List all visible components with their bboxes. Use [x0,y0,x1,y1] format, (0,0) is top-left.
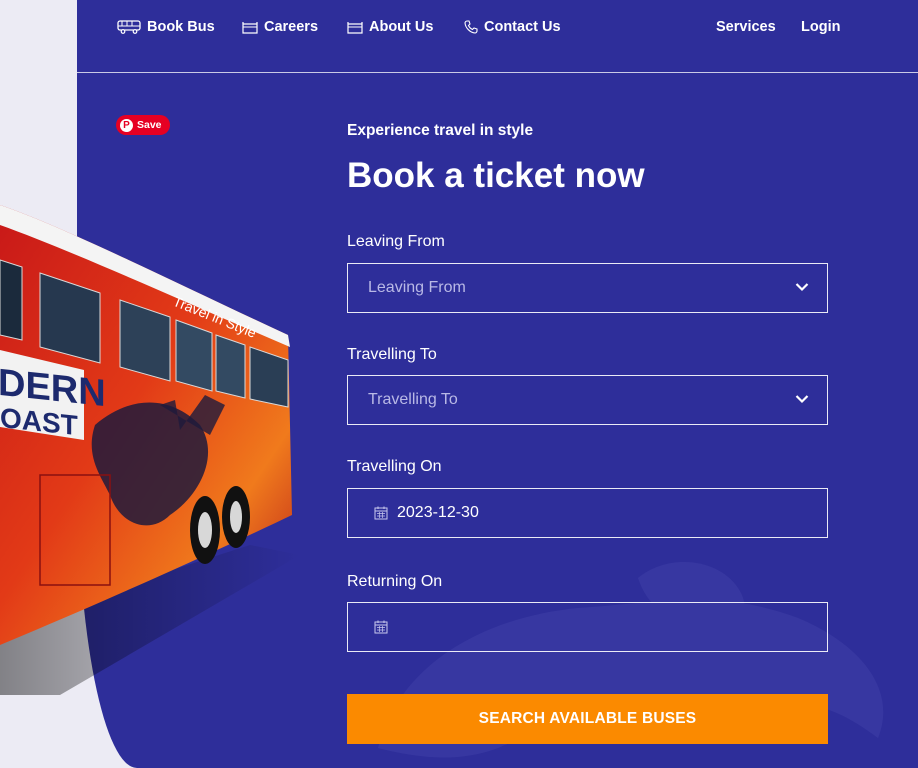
travelling-to-label: Travelling To [347,346,437,363]
returning-on-date-input[interactable] [347,602,828,652]
calendar-icon [374,506,388,520]
calendar-icon [374,620,388,634]
nav-login[interactable]: Login [801,17,840,37]
top-navbar: Book Bus Careers About Us Contact Us Ser… [77,0,918,73]
search-buses-button[interactable]: SEARCH AVAILABLE BUSES [347,694,828,744]
leaving-from-select[interactable]: Leaving From [347,263,828,313]
nav-careers[interactable]: Careers [242,17,318,37]
nav-contact-us[interactable]: Contact Us [464,17,561,37]
nav-services[interactable]: Services [716,17,776,37]
pinterest-save-button[interactable]: P Save [116,115,170,135]
nav-book-bus-label: Book Bus [147,19,215,35]
pinterest-icon: P [120,118,133,132]
nav-about-us-label: About Us [369,19,434,35]
nav-book-bus[interactable]: Book Bus [117,17,215,37]
bus-icon [117,20,141,34]
hero-subtitle: Experience travel in style [347,122,534,139]
leaving-from-placeholder: Leaving From [368,279,466,296]
leaving-from-label: Leaving From [347,233,445,250]
nav-services-label: Services [716,19,776,35]
page-title: Book a ticket now [347,156,645,195]
phone-icon [464,20,478,34]
briefcase-icon [242,21,258,34]
nav-about-us[interactable]: About Us [347,17,433,37]
nav-contact-us-label: Contact Us [484,19,561,35]
travelling-on-label: Travelling On [347,458,442,475]
nav-login-label: Login [801,19,841,35]
returning-on-label: Returning On [347,573,443,590]
chevron-down-icon [795,395,809,404]
chevron-down-icon [795,283,809,292]
briefcase-icon [347,21,363,34]
nav-careers-label: Careers [264,19,319,35]
pinterest-save-label: Save [137,119,162,131]
travelling-to-placeholder: Travelling To [368,391,458,408]
bus-image: DERN OAST Travel in Style [0,205,300,695]
travelling-to-select[interactable]: Travelling To [347,375,828,425]
travelling-on-date-input[interactable]: 2023-12-30 [347,488,828,538]
travelling-on-value: 2023-12-30 [397,504,479,521]
